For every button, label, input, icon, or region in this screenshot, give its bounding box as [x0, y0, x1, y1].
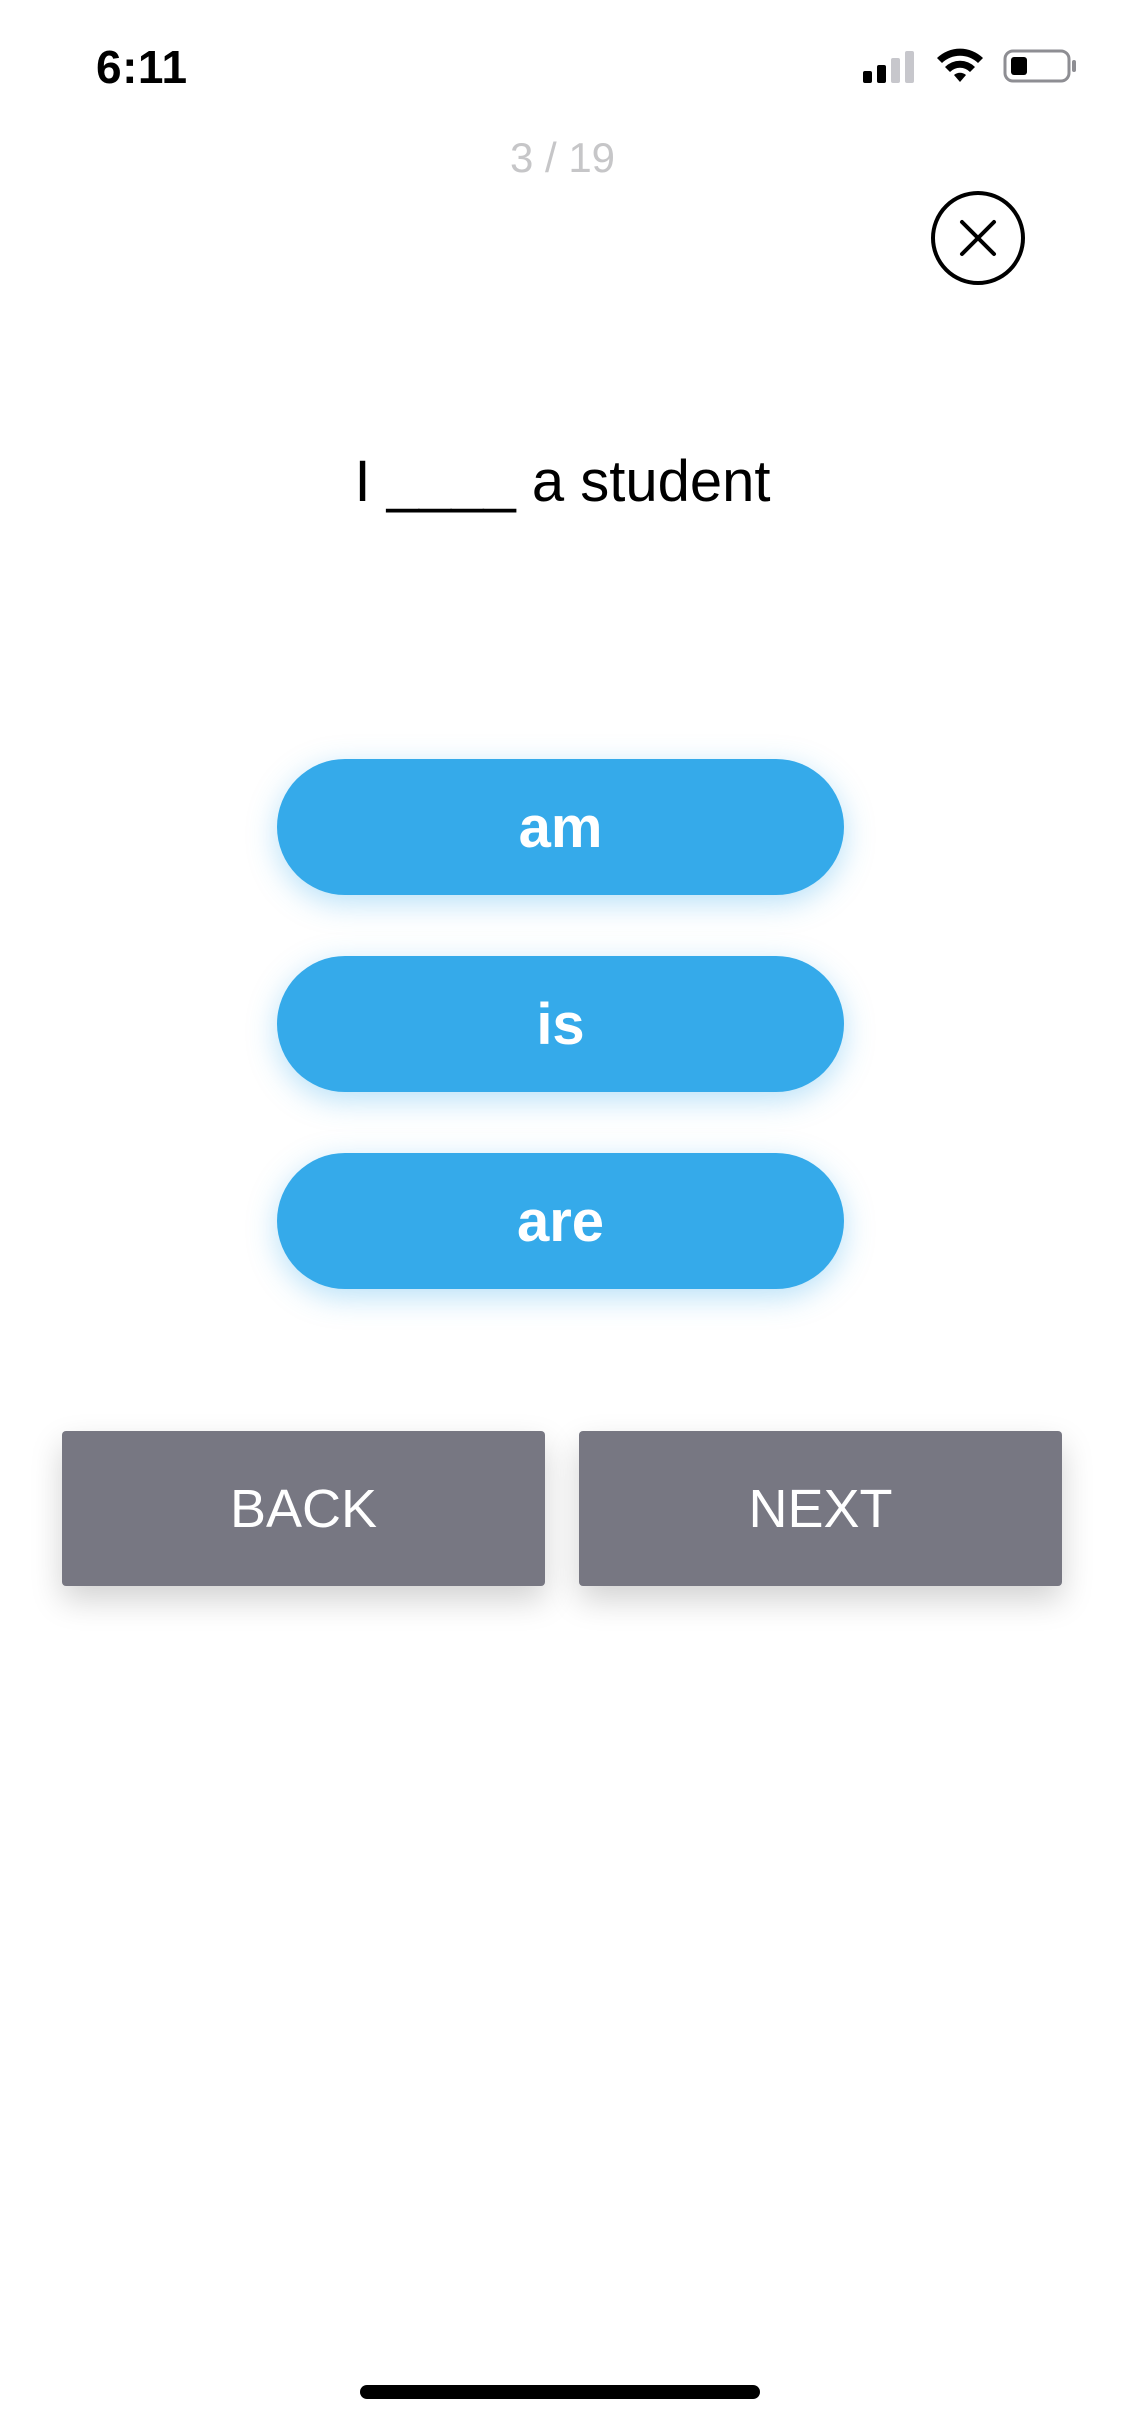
- progress-counter: 3 / 19: [509, 134, 616, 181]
- option-is-button[interactable]: is: [277, 956, 844, 1092]
- close-button[interactable]: [930, 190, 1026, 286]
- option-am-button[interactable]: am: [277, 759, 844, 895]
- close-circle-icon: [931, 191, 1025, 285]
- home-indicator: [360, 2385, 760, 2399]
- battery-icon: [1003, 49, 1076, 83]
- status-time: 6:11: [96, 41, 188, 93]
- status-icons: [863, 48, 1077, 84]
- status-bar: 6:11: [0, 0, 1125, 132]
- wifi-icon: [937, 48, 983, 82]
- back-button[interactable]: BACK: [62, 1431, 545, 1586]
- navigation-row: BACK NEXT: [62, 1431, 1062, 1586]
- question-prompt: I ____ a student: [354, 449, 771, 514]
- cellular-signal-icon: [863, 51, 914, 83]
- option-are-button[interactable]: are: [277, 1153, 844, 1289]
- next-button[interactable]: NEXT: [579, 1431, 1062, 1586]
- answer-options: am is are: [277, 759, 844, 1350]
